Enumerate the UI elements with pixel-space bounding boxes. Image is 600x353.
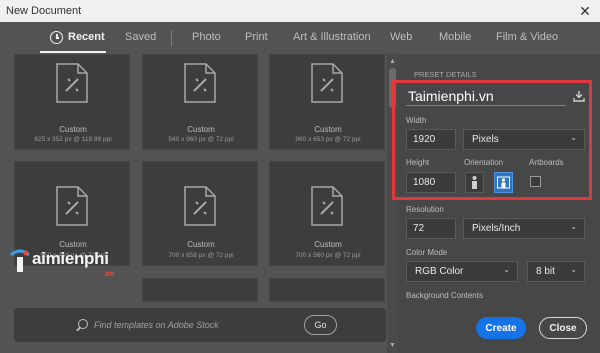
color-mode-label: Color Mode <box>406 248 448 257</box>
category-tabs: Recent Saved Photo Print Art & Illustrat… <box>0 22 600 54</box>
search-icon <box>78 319 88 329</box>
chevron-down-icon: ⌄ <box>503 265 510 274</box>
document-icon <box>184 186 216 226</box>
tab-photo[interactable]: Photo <box>192 31 221 43</box>
bit-depth-select[interactable]: 8 bit ⌄ <box>527 261 585 282</box>
go-button[interactable]: Go <box>304 315 337 335</box>
close-button[interactable]: Close <box>539 317 587 339</box>
template-size: 540 x 960 px @ 72 ppi <box>168 136 234 143</box>
logo-mark-icon <box>10 249 30 272</box>
watermark-logo: aimienphi .vn <box>8 245 138 285</box>
template-tile[interactable]: Custom 700 x 560 px @ 72 ppi <box>269 161 385 266</box>
stock-search-bar: Go <box>14 308 386 342</box>
window-close-button[interactable]: ✕ <box>570 0 600 22</box>
stock-search-input[interactable] <box>94 318 284 332</box>
tab-film-video[interactable]: Film & Video <box>496 31 558 43</box>
window-title: New Document <box>6 5 82 17</box>
tab-print[interactable]: Print <box>245 31 268 43</box>
template-tile[interactable]: Custom 960 x 653 px @ 72 ppi <box>269 54 385 150</box>
tab-mobile[interactable]: Mobile <box>439 31 471 43</box>
template-name: Custom <box>187 125 215 134</box>
template-name: Custom <box>314 240 342 249</box>
watermark-domain: .vn <box>103 269 115 278</box>
create-button[interactable]: Create <box>476 317 526 339</box>
active-tab-underline <box>40 51 106 53</box>
clock-icon <box>50 31 63 44</box>
document-icon <box>311 186 343 226</box>
tab-art-illustration[interactable]: Art & Illustration <box>293 31 371 43</box>
watermark-text: aimienphi <box>32 249 109 268</box>
color-mode-value: RGB Color <box>415 266 464 277</box>
tab-divider <box>171 30 172 46</box>
scroll-down-icon[interactable]: ▼ <box>389 342 396 349</box>
template-tile[interactable] <box>269 278 385 302</box>
bit-depth-value: 8 bit <box>536 266 555 277</box>
tab-web[interactable]: Web <box>390 31 412 43</box>
highlight-box <box>392 80 592 200</box>
template-size: 960 x 653 px @ 72 ppi <box>295 136 361 143</box>
template-size: 625 x 352 px @ 119.99 ppi <box>34 136 112 143</box>
document-icon <box>311 63 343 103</box>
document-icon <box>56 186 88 226</box>
new-document-dialog: New Document ✕ Recent Saved Photo Print … <box>0 0 600 353</box>
tab-saved[interactable]: Saved <box>125 31 156 43</box>
template-name: Custom <box>59 125 87 134</box>
template-tile[interactable]: Custom 700 x 658 px @ 72 ppi <box>142 161 258 266</box>
background-contents-label: Background Contents <box>406 291 483 300</box>
color-mode-select[interactable]: RGB Color ⌄ <box>406 261 518 282</box>
document-icon <box>56 63 88 103</box>
preset-details-heading: PRESET DETAILS <box>414 70 477 79</box>
tab-recent[interactable]: Recent <box>68 31 105 43</box>
chevron-down-icon: ⌄ <box>570 222 577 231</box>
resolution-unit-value: Pixels/Inch <box>472 223 521 234</box>
resolution-label: Resolution <box>406 205 444 214</box>
template-name: Custom <box>187 240 215 249</box>
scroll-up-icon[interactable]: ▲ <box>389 58 396 65</box>
resolution-input[interactable] <box>406 218 456 239</box>
template-tile[interactable] <box>142 278 258 302</box>
template-tile[interactable]: Custom 540 x 960 px @ 72 ppi <box>142 54 258 150</box>
template-name: Custom <box>314 125 342 134</box>
chevron-down-icon: ⌄ <box>570 265 577 274</box>
document-icon <box>184 63 216 103</box>
resolution-unit-select[interactable]: Pixels/Inch ⌄ <box>463 218 585 239</box>
template-size: 700 x 560 px @ 72 ppi <box>295 252 361 259</box>
template-tile[interactable]: Custom 625 x 352 px @ 119.99 ppi <box>14 54 130 150</box>
title-bar: New Document ✕ <box>0 0 600 22</box>
template-size: 700 x 658 px @ 72 ppi <box>168 252 234 259</box>
